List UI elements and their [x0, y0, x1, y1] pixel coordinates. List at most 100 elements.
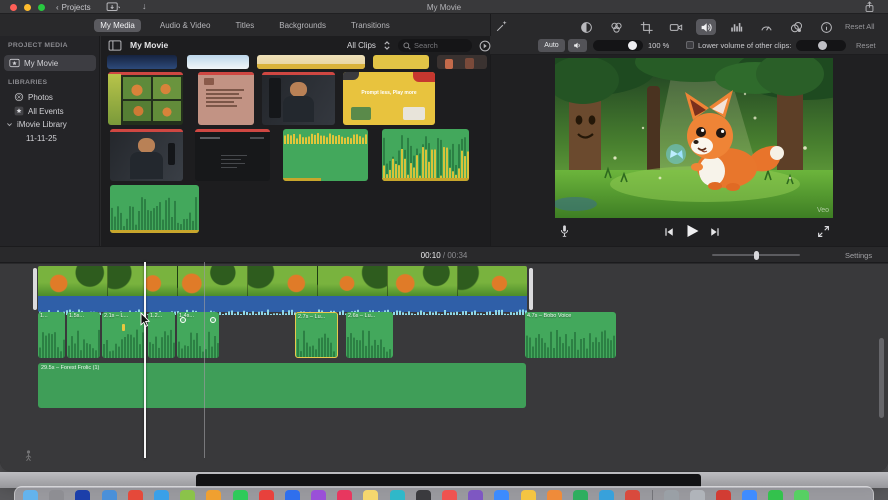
media-thumbnail[interactable]: [107, 55, 177, 69]
video-clip-filmstrip[interactable]: [38, 266, 527, 296]
lower-volume-checkbox[interactable]: [686, 41, 694, 49]
dock-app-icon[interactable]: [311, 490, 327, 500]
voiceover-mic-icon[interactable]: [559, 224, 570, 239]
timeline-scrollbar[interactable]: [879, 338, 884, 418]
dock-app-icon[interactable]: [663, 490, 679, 500]
timeline-settings-button[interactable]: Settings: [845, 251, 872, 260]
dock-app-icon[interactable]: [49, 490, 65, 500]
audio-clip-2[interactable]: 1.5s...: [67, 312, 100, 358]
dock-app-icon[interactable]: [599, 490, 615, 500]
dock-app-icon[interactable]: [768, 490, 784, 500]
previous-frame-button[interactable]: [663, 226, 675, 238]
media-thumbnail[interactable]: [373, 55, 429, 69]
play-button[interactable]: [684, 223, 700, 239]
volume-slider-knob[interactable]: [628, 41, 637, 50]
media-thumbnail-audio-2[interactable]: [382, 129, 469, 181]
stabilization-icon[interactable]: [666, 19, 686, 35]
audio-clip-7[interactable]: 2.6s – Lu...: [346, 312, 393, 358]
playhead[interactable]: [144, 262, 146, 458]
media-thumbnail-promo[interactable]: Prompt less, Play more: [343, 72, 435, 125]
browser-advance-icon[interactable]: [479, 40, 491, 52]
updown-chevron-icon[interactable]: [383, 40, 391, 51]
dock-app-icon[interactable]: [127, 490, 143, 500]
tab-titles[interactable]: Titles: [229, 19, 260, 32]
clip-filter-dropdown[interactable]: All Clips: [347, 41, 376, 50]
dock-app-icon[interactable]: [494, 490, 510, 500]
color-correction-icon[interactable]: [606, 19, 626, 35]
audio-clip-5[interactable]: 1.4s...: [177, 312, 219, 358]
dock-app-icon[interactable]: [715, 490, 731, 500]
volume-slider[interactable]: [593, 40, 643, 51]
mute-button[interactable]: [568, 39, 587, 52]
media-thumbnail-fox-grid[interactable]: [108, 72, 183, 125]
dock-app-icon[interactable]: [442, 490, 457, 500]
sidebar-item-photos[interactable]: Photos: [14, 92, 53, 102]
clip-filter-icon[interactable]: [786, 19, 806, 35]
audio-clip-6-selected[interactable]: 2.7s – Lu...: [295, 312, 338, 358]
media-thumbnail[interactable]: [187, 55, 249, 69]
dock-app-icon[interactable]: [153, 490, 169, 500]
clip-info-icon[interactable]: [816, 19, 836, 35]
dock-app-icon[interactable]: [572, 490, 588, 500]
dock-app-icon[interactable]: [415, 490, 431, 500]
search-input[interactable]: [414, 41, 466, 50]
media-thumbnail-audio-1[interactable]: [283, 129, 368, 181]
reset-button[interactable]: Reset: [856, 41, 876, 50]
sidebar-item-imovie-library[interactable]: iMovie Library: [6, 120, 67, 129]
dock-app-icon[interactable]: [742, 490, 758, 500]
clip-trim-handle-left[interactable]: [33, 268, 37, 310]
dock-app-icon[interactable]: [520, 490, 536, 500]
media-thumbnail-presenter-2[interactable]: [110, 129, 183, 181]
audio-clip-1[interactable]: 1...: [38, 312, 65, 358]
tab-audio-video[interactable]: Audio & Video: [154, 19, 217, 32]
dock-app-icon[interactable]: [546, 490, 562, 500]
dock-app-icon[interactable]: [625, 490, 641, 500]
media-thumbnail[interactable]: [437, 55, 487, 69]
media-thumbnail-notes[interactable]: [198, 72, 254, 125]
dock-app-icon[interactable]: [363, 490, 379, 500]
volume-icon[interactable]: [696, 19, 716, 35]
tab-transitions[interactable]: Transitions: [345, 19, 396, 32]
media-thumbnail-audio-3[interactable]: [110, 185, 199, 233]
dock-app-icon[interactable]: [389, 490, 405, 500]
dock-app-icon[interactable]: [468, 490, 484, 500]
sidebar-item-library-date[interactable]: 11-11-25: [26, 134, 57, 143]
dock-app-icon[interactable]: [337, 490, 353, 500]
audio-clip-bobo-voice[interactable]: 4.7s – Bobo Voice: [525, 312, 616, 358]
share-icon[interactable]: [864, 1, 875, 13]
dock-app-icon[interactable]: [206, 490, 222, 500]
dock-app-icon[interactable]: [101, 490, 117, 500]
ducking-slider[interactable]: [796, 40, 846, 51]
dock-app-icon[interactable]: [180, 490, 196, 500]
crop-icon[interactable]: [636, 19, 656, 35]
media-thumbnail[interactable]: [257, 55, 365, 69]
dock-app-icon[interactable]: [284, 490, 300, 500]
media-thumbnail-screen[interactable]: [195, 129, 270, 181]
timeline[interactable]: 1... 1.5s... 2.1s – L... 1.2... 1.4s...: [0, 262, 888, 471]
dock-app-icon[interactable]: [75, 490, 91, 500]
sidebar-item-my-movie[interactable]: My Movie: [4, 55, 96, 71]
color-balance-icon[interactable]: [576, 19, 596, 35]
fade-handle-right[interactable]: [210, 317, 216, 323]
audio-clip-4[interactable]: 1.2...: [148, 312, 175, 358]
fullscreen-icon[interactable]: [817, 225, 830, 238]
reset-all-button[interactable]: Reset All: [845, 22, 875, 31]
dock-app-icon[interactable]: [689, 490, 705, 500]
dock-app-icon[interactable]: [232, 490, 248, 500]
clip-trim-handle-right[interactable]: [529, 268, 533, 310]
auto-volume-button[interactable]: Auto: [538, 39, 565, 52]
media-thumbnail-presenter[interactable]: [262, 72, 335, 125]
ducking-slider-knob[interactable]: [818, 41, 827, 50]
enhance-wand-icon[interactable]: [495, 19, 509, 33]
next-frame-button[interactable]: [709, 226, 721, 238]
video-clip-audio-strip[interactable]: [38, 296, 527, 315]
tab-my-media[interactable]: My Media: [94, 18, 141, 32]
search-field[interactable]: [398, 39, 472, 52]
timeline-zoom-knob[interactable]: [754, 250, 759, 260]
noise-reduction-icon[interactable]: [726, 19, 746, 35]
timeline-zoom-slider[interactable]: [712, 250, 800, 260]
dock-app-icon[interactable]: [23, 490, 38, 500]
dock-app-icon[interactable]: [794, 490, 810, 500]
tab-backgrounds[interactable]: Backgrounds: [273, 19, 332, 32]
speed-icon[interactable]: [756, 19, 776, 35]
